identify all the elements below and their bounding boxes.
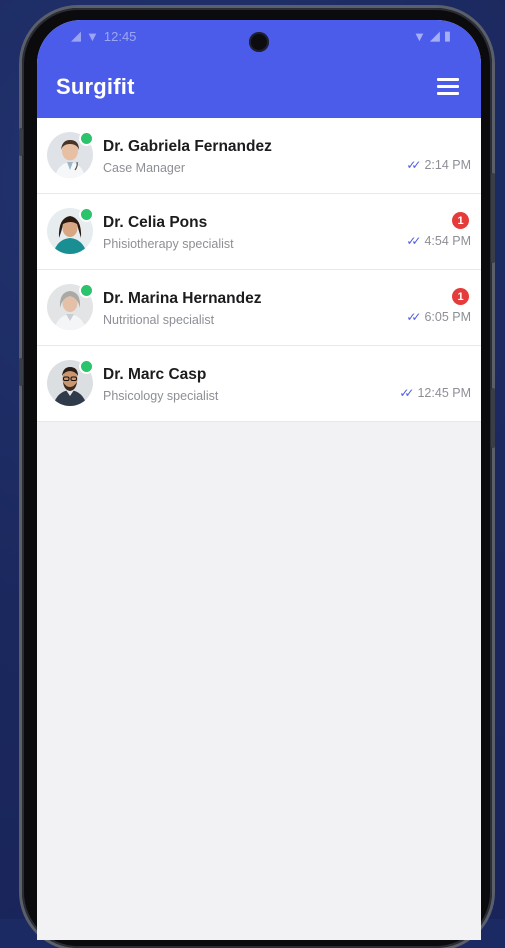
status-time: 12:45 <box>103 28 137 44</box>
avatar <box>47 359 94 406</box>
wifi-icon: ▼ <box>86 28 99 44</box>
status-right: ▼ ◢ ▮ <box>413 28 451 44</box>
chat-time-text: 6:05 PM <box>424 310 471 324</box>
chat-list: Dr. Gabriela Fernandez Case Manager ✓✓ 2… <box>37 118 481 422</box>
phone-side-button <box>491 388 495 448</box>
status-left: ◢ ▼ 12:45 <box>71 28 136 44</box>
phone-screen: ◢ ▼ 12:45 ▼ ◢ ▮ Surgifit Dr. Gabriela Fe… <box>37 20 481 940</box>
signal-icon: ◢ <box>429 28 440 43</box>
online-status-dot <box>79 283 94 298</box>
battery-icon: ▮ <box>443 28 451 43</box>
double-check-icon: ✓✓ <box>399 386 414 400</box>
app-title: Surgifit <box>56 74 135 99</box>
chat-role: Phsicology specialist <box>103 389 219 403</box>
signal-icon: ◢ <box>71 28 81 43</box>
chat-time-text: 4:54 PM <box>424 234 471 248</box>
chat-time-text: 2:14 PM <box>424 158 471 172</box>
chat-time: ✓✓ 6:05 PM <box>406 310 471 324</box>
status-bar: ◢ ▼ 12:45 ▼ ◢ ▮ <box>37 20 481 56</box>
avatar <box>47 131 94 178</box>
phone-side-button <box>491 173 495 263</box>
double-check-icon: ✓✓ <box>406 158 421 172</box>
chat-row[interactable]: Dr. Marc Casp Phsicology specialist ✓✓ 1… <box>37 346 481 422</box>
chat-time-text: 12:45 PM <box>417 386 471 400</box>
wifi-icon: ▼ <box>412 28 426 44</box>
unread-badge: 1 <box>452 212 469 229</box>
chat-time: ✓✓ 12:45 PM <box>399 386 471 400</box>
chat-role: Nutritional specialist <box>103 313 215 327</box>
chat-row[interactable]: Dr. Marina Hernandez Nutritional special… <box>37 270 481 346</box>
online-status-dot <box>79 207 94 222</box>
online-status-dot <box>79 131 94 146</box>
double-check-icon: ✓✓ <box>406 234 421 248</box>
chat-time: ✓✓ 4:54 PM <box>406 234 471 248</box>
chat-name: Dr. Marc Casp <box>103 366 207 383</box>
avatar <box>47 207 94 254</box>
chat-role: Case Manager <box>103 161 185 175</box>
phone-side-button <box>19 128 23 156</box>
double-check-icon: ✓✓ <box>406 310 421 324</box>
app-bar: ◢ ▼ 12:45 ▼ ◢ ▮ Surgifit <box>37 20 481 118</box>
phone-side-button <box>19 358 23 386</box>
unread-badge: 1 <box>452 288 469 305</box>
avatar <box>47 283 94 330</box>
chat-row[interactable]: Dr. Gabriela Fernandez Case Manager ✓✓ 2… <box>37 118 481 194</box>
chat-name: Dr. Celia Pons <box>103 214 208 231</box>
camera-cutout <box>249 32 269 52</box>
chat-name: Dr. Marina Hernandez <box>103 290 262 307</box>
chat-row[interactable]: Dr. Celia Pons Phisiotherapy specialist … <box>37 194 481 270</box>
chat-time: ✓✓ 2:14 PM <box>406 158 471 172</box>
chat-name: Dr. Gabriela Fernandez <box>103 138 272 155</box>
chat-role: Phisiotherapy specialist <box>103 237 234 251</box>
hamburger-menu-icon[interactable] <box>437 78 459 96</box>
online-status-dot <box>79 359 94 374</box>
